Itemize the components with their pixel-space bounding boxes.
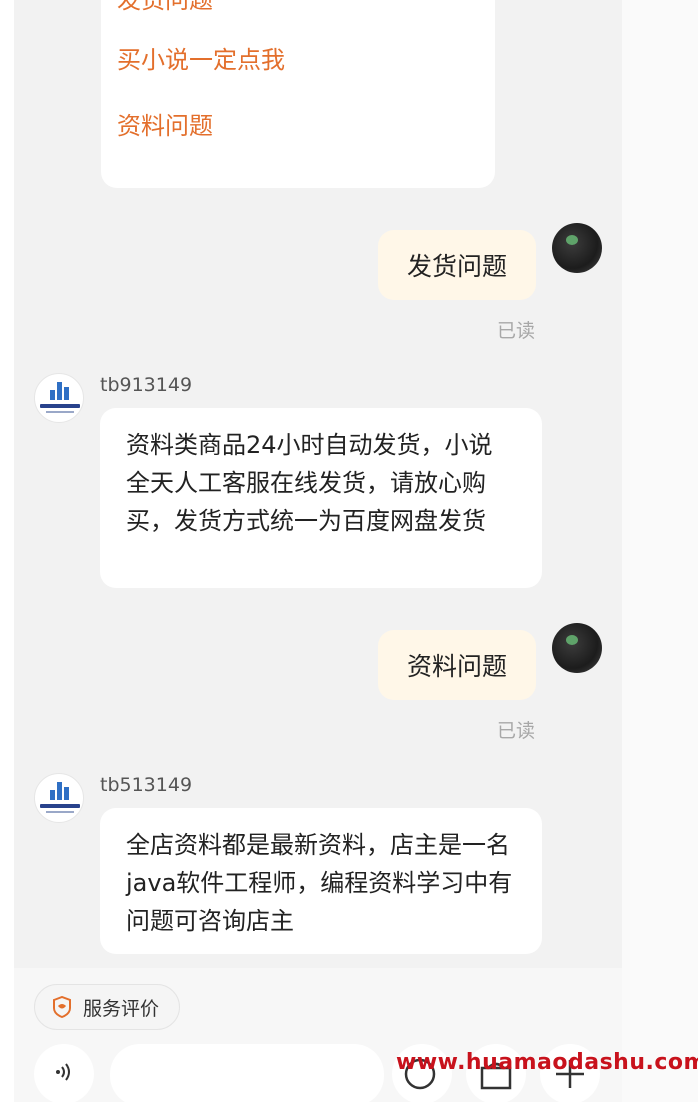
menu-item-materials[interactable]: 资料问题: [117, 106, 213, 141]
user-avatar[interactable]: [552, 223, 602, 273]
read-status: 已读: [497, 320, 536, 342]
flower-shield-icon: [51, 995, 73, 1019]
user-avatar[interactable]: [552, 623, 602, 673]
incoming-message: 资料类商品24小时自动发货，小说全天人工客服在线发货，请放心购买，发货方式统一为…: [100, 408, 542, 588]
watermark-text: www.huamaodashu.com: [396, 1050, 698, 1075]
quick-question-menu: 发货问题 买小说一定点我 资料问题: [101, 0, 495, 188]
voice-icon: [51, 1059, 77, 1089]
menu-item-shipping[interactable]: 发货问题: [117, 0, 213, 15]
service-evaluation-label: 服务评价: [83, 997, 160, 1020]
outgoing-message: 资料问题: [378, 630, 536, 700]
shop-logo-icon: [50, 782, 70, 800]
right-edge: [622, 0, 698, 1102]
service-evaluation-button[interactable]: 服务评价: [34, 984, 180, 1030]
read-status: 已读: [497, 720, 536, 742]
incoming-message: 全店资料都是最新资料，店主是一名java软件工程师，编程资料学习中有问题可咨询店…: [100, 808, 542, 954]
shop-avatar[interactable]: [34, 373, 84, 423]
menu-item-novel[interactable]: 买小说一定点我: [117, 40, 285, 75]
sender-name: tb513149: [100, 774, 193, 796]
sender-name: tb913149: [100, 374, 193, 396]
outgoing-message: 发货问题: [378, 230, 536, 300]
message-input[interactable]: [110, 1044, 384, 1106]
shop-avatar[interactable]: [34, 773, 84, 823]
shop-logo-icon: [50, 382, 70, 400]
voice-button[interactable]: [34, 1044, 94, 1104]
